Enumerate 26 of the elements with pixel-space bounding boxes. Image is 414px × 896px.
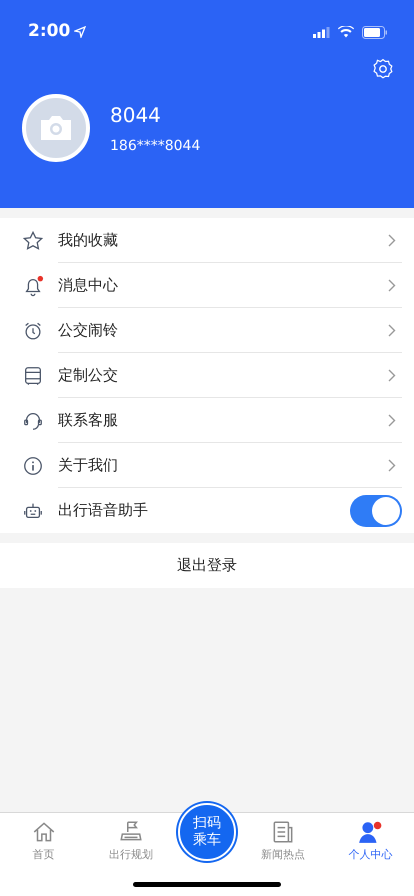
- person-icon: [356, 819, 384, 845]
- bus-icon: [22, 364, 44, 386]
- tab-item[interactable]: 首页: [4, 813, 84, 864]
- wifi-icon: [338, 26, 354, 38]
- battery-icon: [362, 26, 388, 38]
- tab-item[interactable]: 新闻热点: [243, 813, 324, 864]
- tab-item[interactable]: 出行规划: [90, 813, 171, 864]
- logout-button[interactable]: 退出登录: [0, 543, 414, 588]
- chevron-icon: [388, 414, 396, 426]
- camera-icon: [39, 114, 73, 142]
- chevron-icon: [388, 324, 396, 336]
- status-time: 2:00: [28, 20, 70, 44]
- chevron-icon: [388, 234, 396, 246]
- star-icon: [22, 230, 44, 252]
- location-icon: [74, 26, 86, 38]
- signal-icon: [313, 26, 330, 38]
- user-name: 8044: [110, 102, 162, 128]
- tab-item[interactable]: 个人中心: [330, 813, 410, 864]
- chevron-icon: [388, 368, 396, 382]
- scan-ride-button[interactable]: 扫码乘车: [178, 803, 236, 861]
- chevron-icon: [388, 458, 396, 472]
- phone-number: 186****8044: [110, 136, 200, 156]
- chevron-icon: [388, 278, 396, 292]
- toggle-switch[interactable]: [350, 494, 402, 526]
- info-icon: [22, 454, 44, 476]
- settings-icon[interactable]: [372, 58, 394, 80]
